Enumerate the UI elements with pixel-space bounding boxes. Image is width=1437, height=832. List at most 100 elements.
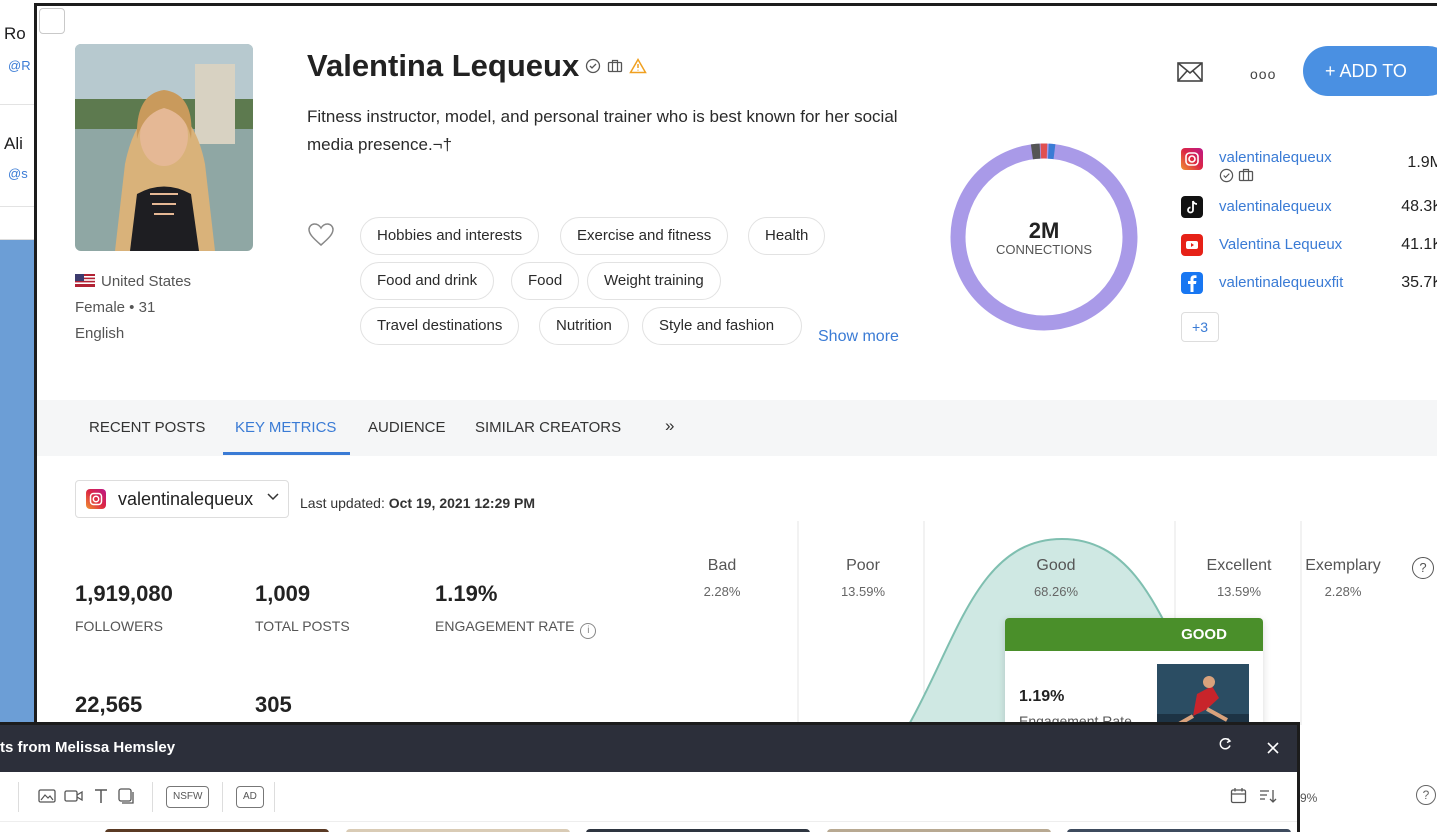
band-poor-label: Poor (846, 557, 880, 574)
text-filter-icon[interactable] (93, 787, 109, 805)
social-badges (1219, 168, 1254, 183)
instagram-icon (86, 489, 106, 509)
divider (274, 782, 275, 812)
country-label: United States (101, 273, 192, 290)
divider (152, 782, 153, 812)
account-select[interactable]: valentinalequeux (75, 480, 289, 518)
tab-similar-creators[interactable]: SIMILAR CREATORS (475, 419, 621, 436)
posts-window-title: ts from Melissa Hemsley (0, 739, 176, 756)
creator-location: United States (75, 273, 191, 290)
band-poor-pct: 13.59% (840, 584, 886, 599)
social-account-tiktok[interactable]: valentinalequeux 48.3K (1181, 196, 1437, 220)
topic-tag[interactable]: Travel destinations (360, 307, 520, 345)
carousel-filter-icon[interactable] (117, 787, 135, 805)
account-select-value: valentinalequeux (118, 489, 254, 509)
tiktok-icon (1181, 196, 1203, 218)
topic-tag[interactable]: Hobbies and interests (360, 217, 540, 255)
followers-value: 1,919,080 (75, 581, 173, 606)
help-icon[interactable]: ? (1416, 785, 1436, 805)
total-posts-label: TOTAL POSTS (255, 618, 350, 634)
band-exemplary-label: Exemplary (1305, 557, 1381, 574)
topic-tag[interactable]: Weight training (587, 262, 721, 300)
creator-bio: Fitness instructor, model, and personal … (307, 107, 898, 154)
help-icon[interactable]: ? (1412, 557, 1434, 579)
us-flag-icon (75, 274, 95, 287)
social-count: 35.7K (1401, 274, 1437, 291)
topic-tag[interactable]: Food (511, 262, 580, 300)
band-bad-label: Bad (707, 557, 737, 574)
instagram-icon (1181, 148, 1203, 170)
nsfw-filter-button[interactable]: NSFW (166, 786, 210, 808)
last-updated: Last updated: Oct 19, 2021 12:29 PM (300, 495, 535, 511)
ad-filter-button[interactable]: AD (236, 786, 264, 808)
gender-age: Female • 31 (75, 299, 156, 316)
posts-window-titlebar: ts from Melissa Hemsley (0, 725, 1297, 772)
band-excellent-pct: 13.59% (1216, 584, 1262, 599)
show-more-link[interactable]: Show more (818, 328, 899, 346)
profile-tabs: RECENT POSTS KEY METRICS AUDIENCE SIMILA… (37, 400, 1437, 456)
engagement-rate-value: 1.19% (435, 581, 498, 606)
youtube-icon (1181, 234, 1203, 256)
mail-icon[interactable] (1177, 62, 1203, 82)
video-filter-icon[interactable] (64, 788, 84, 804)
tab-audience[interactable]: AUDIENCE (368, 419, 446, 436)
example-post-thumbnail (1157, 664, 1249, 725)
last-updated-label: Last updated: (300, 495, 385, 511)
divider (222, 782, 223, 812)
chevron-down-icon (267, 493, 279, 501)
metric-value: 305 (255, 692, 292, 717)
topic-tag[interactable]: Nutrition (539, 307, 629, 345)
list-item-handle[interactable]: @s (8, 166, 28, 181)
select-checkbox[interactable] (39, 8, 65, 34)
social-handle[interactable]: Valentina Lequeux (1219, 236, 1342, 253)
tabs-more-icon[interactable]: » (665, 416, 674, 436)
verified-icon (585, 58, 601, 74)
posts-toolbar: NSFW AD (0, 772, 1297, 822)
band-good-pct: 68.26% (1033, 584, 1079, 599)
close-icon[interactable] (1266, 741, 1280, 755)
creator-name: Valentina Lequeux (307, 48, 580, 83)
image-filter-icon[interactable] (38, 788, 56, 804)
tier-card-header: GOOD (1005, 618, 1263, 651)
tab-recent-posts[interactable]: RECENT POSTS (89, 419, 205, 436)
creator-badges (585, 58, 647, 74)
tab-key-metrics[interactable]: KEY METRICS (235, 419, 336, 436)
social-count: 1.9M (1407, 154, 1437, 171)
social-account-instagram[interactable]: valentinalequeux 1.9M (1181, 148, 1437, 183)
connections-value: 2M (1028, 218, 1060, 243)
refresh-icon[interactable] (1218, 737, 1232, 751)
topic-tag[interactable]: Style and fashion (642, 307, 802, 345)
list-item-handle[interactable]: @R (8, 58, 31, 73)
warning-icon (629, 58, 647, 74)
sort-icon[interactable] (1259, 788, 1277, 804)
calendar-icon[interactable] (1230, 787, 1247, 804)
language: English (75, 325, 125, 342)
engagement-rate-label: ENGAGEMENT RATE i (435, 618, 597, 639)
topic-tag[interactable]: Exercise and fitness (560, 217, 729, 255)
band-excellent-label: Excellent (1206, 557, 1272, 574)
heart-icon[interactable] (307, 222, 335, 248)
topic-tag[interactable]: Food and drink (360, 262, 495, 300)
info-icon[interactable]: i (580, 623, 597, 639)
social-count: 48.3K (1401, 198, 1437, 215)
more-options-icon[interactable]: ooo (1250, 66, 1276, 82)
metric-value: 22,565 (75, 692, 143, 717)
followers-label: FOLLOWERS (75, 618, 163, 634)
divider (18, 782, 19, 812)
more-socials-button[interactable]: +3 (1181, 312, 1219, 342)
social-handle[interactable]: valentinalequeux (1219, 198, 1332, 215)
topic-tag[interactable]: Health (748, 217, 826, 255)
band-exemplary-pct: 2.28% (1324, 584, 1362, 599)
verified-icon (1219, 168, 1234, 183)
last-updated-value: Oct 19, 2021 12:29 PM (388, 495, 536, 511)
list-item-name[interactable]: Ali (4, 134, 23, 154)
social-handle[interactable]: valentinalequeuxfit (1219, 274, 1343, 291)
social-handle[interactable]: valentinalequeux (1219, 150, 1332, 166)
social-count: 41.1K (1401, 236, 1437, 253)
social-account-youtube[interactable]: Valentina Lequeux 41.1K (1181, 234, 1437, 258)
list-item-name[interactable]: Ro (4, 24, 26, 44)
active-tab-indicator (223, 452, 350, 455)
social-account-facebook[interactable]: valentinalequeuxfit 35.7K (1181, 272, 1437, 296)
band-bad-pct: 2.28% (703, 584, 741, 599)
add-to-button[interactable]: + ADD TO (1303, 46, 1437, 96)
